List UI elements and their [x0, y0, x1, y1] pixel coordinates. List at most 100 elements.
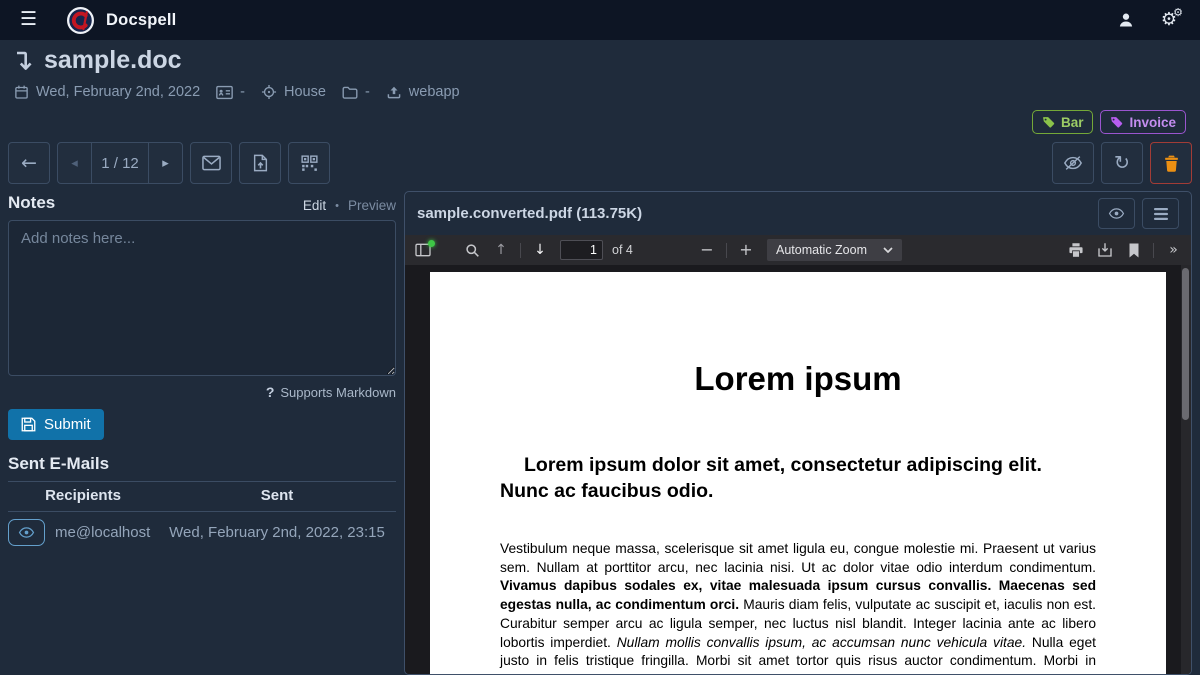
notes-preview-link[interactable]: Preview — [348, 198, 396, 213]
folder-label: - — [365, 84, 370, 100]
attachment-menu-button[interactable] — [1142, 198, 1179, 229]
docspell-logo-icon — [67, 7, 94, 34]
tag-bar[interactable]: Bar — [1032, 110, 1094, 134]
trash-icon — [1164, 155, 1179, 172]
meta-date: Wed, February 2nd, 2022 — [14, 84, 200, 100]
reprocess-button[interactable]: ↻ — [1101, 142, 1143, 184]
date-label: Wed, February 2nd, 2022 — [36, 84, 200, 100]
refresh-icon: ↻ — [1114, 154, 1130, 173]
calendar-icon — [14, 84, 29, 100]
column-recipients: Recipients — [8, 482, 158, 512]
sent-emails-table: Recipients Sent me — [8, 482, 396, 553]
pdfjs-toolbar-middle: − + Automatic Zoom — [694, 238, 902, 262]
save-icon — [21, 417, 36, 432]
hamburger-icon: ☰ — [20, 8, 37, 30]
scrollbar-thumb[interactable] — [1182, 268, 1189, 420]
separator — [520, 243, 521, 258]
delete-button[interactable] — [1150, 142, 1192, 184]
zoom-out-button[interactable]: − — [694, 238, 720, 262]
recipient-address: me@localhost — [55, 524, 150, 541]
crosshair-icon — [261, 84, 277, 100]
attachment-panel: sample.converted.pdf (113.75K) — [404, 191, 1192, 675]
notes-header: Notes Edit • Preview — [8, 191, 396, 213]
bars-menu-icon — [1154, 208, 1168, 220]
sent-email-row: me@localhost Wed, February 2nd, 2022, 23… — [8, 512, 396, 554]
back-button[interactable]: ← — [8, 142, 50, 184]
pdf-page: Lorem ipsum Lorem ipsum dolor sit amet, … — [430, 272, 1166, 674]
user-menu-button[interactable] — [1108, 9, 1144, 31]
sent-emails-title: Sent E-Mails — [8, 454, 396, 482]
chevron-left-icon: ◂ — [71, 157, 78, 170]
settings-button[interactable]: ⚙⚙ — [1152, 9, 1186, 32]
download-button[interactable] — [1092, 238, 1118, 262]
print-button[interactable] — [1063, 238, 1089, 262]
double-chevron-icon: » — [1169, 243, 1177, 257]
attachment-actions — [1098, 198, 1179, 229]
unconfirm-button[interactable] — [1052, 142, 1094, 184]
pdf-viewer[interactable]: Lorem ipsum Lorem ipsum dolor sit amet, … — [405, 265, 1191, 674]
source-label: webapp — [409, 84, 460, 100]
docspell-logo — [67, 7, 94, 34]
separator — [1153, 243, 1154, 258]
view-mail-button[interactable] — [8, 519, 45, 546]
body-text: Vestibulum neque massa, scelerisque sit … — [500, 541, 1096, 575]
document-title: sample.doc — [44, 47, 182, 75]
menu-toggle-button[interactable]: ☰ — [14, 8, 43, 32]
zoom-select[interactable]: Automatic Zoom — [767, 239, 902, 261]
next-item-button[interactable]: ▸ — [149, 143, 182, 183]
find-button[interactable] — [459, 238, 485, 262]
previous-page-button[interactable]: ↑ — [488, 238, 514, 262]
tag-invoice[interactable]: Invoice — [1100, 110, 1186, 134]
file-arrow-up-icon — [253, 154, 268, 172]
action-toolbar: ← ◂ 1 / 12 ▸ — [0, 142, 1200, 185]
sidebar-toggle-button[interactable] — [410, 238, 436, 262]
column-sent: Sent — [158, 482, 396, 512]
eye-slash-icon — [1063, 155, 1083, 171]
main-content: Notes Edit • Preview ? Supports Markdown… — [0, 191, 1200, 675]
more-tools-button[interactable]: » — [1160, 238, 1186, 262]
toolbar-left: ← ◂ 1 / 12 ▸ — [8, 142, 330, 185]
send-mail-button[interactable] — [190, 142, 232, 184]
viewer-scrollbar[interactable] — [1181, 265, 1191, 674]
bookmark-icon — [1128, 243, 1140, 258]
document-header: sample.doc Wed, February 2nd, 2022 - — [0, 40, 1200, 102]
submit-notes-button[interactable]: Submit — [8, 409, 104, 440]
attachment-view-button[interactable] — [1098, 198, 1135, 229]
sent-emails-header-row: Recipients Sent — [8, 482, 396, 512]
toolbar-right: ↻ — [1052, 142, 1192, 185]
item-pagination: ◂ 1 / 12 ▸ — [57, 142, 183, 184]
pdfjs-toolbar-left: ↑ ↓ of 4 — [410, 238, 694, 262]
separator — [726, 243, 727, 258]
zoom-in-button[interactable]: + — [733, 238, 759, 262]
chevron-right-icon: ▸ — [162, 157, 169, 170]
attachment-header: sample.converted.pdf (113.75K) — [405, 192, 1191, 235]
add-files-button[interactable] — [239, 142, 281, 184]
body-text-italic: Nullam mollis convallis ipsum, ac accums… — [617, 635, 1032, 650]
grid-icon — [301, 155, 318, 172]
next-page-button[interactable]: ↓ — [527, 238, 553, 262]
user-icon — [1117, 11, 1135, 29]
pdf-document-title: Lorem ipsum — [500, 360, 1096, 398]
down-arrow-icon: ↓ — [534, 243, 546, 257]
tags-row: Bar Invoice — [0, 102, 1200, 134]
markdown-hint[interactable]: ? Supports Markdown — [8, 384, 396, 400]
page-number-input[interactable] — [560, 240, 603, 260]
notes-input[interactable] — [8, 220, 396, 376]
top-navbar: ☰ Docspell ⚙⚙ — [0, 0, 1200, 40]
view-grid-button[interactable] — [288, 142, 330, 184]
tag-icon — [1110, 116, 1123, 129]
meta-folder: - — [342, 84, 370, 100]
printer-icon — [1068, 242, 1084, 258]
bookmark-button[interactable] — [1121, 238, 1147, 262]
attachment-filename: sample.converted.pdf (113.75K) — [417, 205, 1098, 222]
submit-label: Submit — [44, 416, 91, 433]
prev-item-button[interactable]: ◂ — [58, 143, 91, 183]
notes-edit-link[interactable]: Edit — [303, 198, 326, 213]
meta-source: webapp — [386, 84, 460, 100]
recipient-cell: me@localhost — [8, 519, 158, 546]
gears-icon: ⚙⚙ — [1161, 11, 1177, 29]
tag-label: Bar — [1061, 115, 1084, 130]
notification-dot — [428, 240, 435, 247]
meta-correspondent: - — [216, 84, 245, 100]
eye-icon — [18, 526, 35, 539]
